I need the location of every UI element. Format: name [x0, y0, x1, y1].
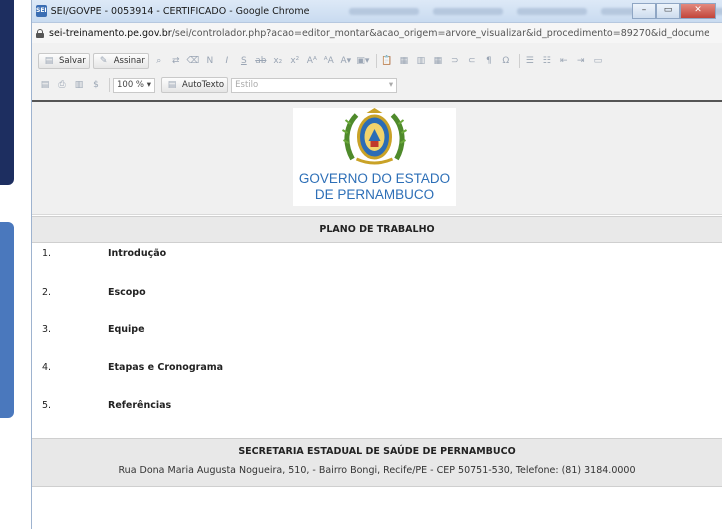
bold-icon[interactable]: N [203, 54, 217, 68]
special-char-icon[interactable]: Ω [499, 54, 513, 68]
paste-word-icon[interactable]: ▥ [414, 54, 428, 68]
eraser-icon[interactable]: ⌫ [186, 54, 200, 68]
pen-icon: ✎ [99, 56, 108, 66]
indent-icon[interactable]: ⇥ [574, 54, 588, 68]
spellcheck-icon[interactable]: ▤ [38, 78, 52, 92]
strikethrough-icon[interactable]: ab [254, 54, 268, 68]
footer-address: Rua Dona Maria Augusta Nogueira, 510, - … [118, 465, 636, 476]
font-size-down-icon[interactable]: ᴬA [322, 54, 336, 68]
section-title: PLANO DE TRABALHO [32, 216, 722, 243]
save-button[interactable]: ▤ Salvar [38, 53, 90, 69]
chevron-down-icon: ▾ [146, 80, 151, 90]
coat-of-arms-icon [341, 108, 408, 165]
footer-organization: SECRETARIA ESTADUAL DE SAÚDE DE PERNAMBU… [238, 446, 516, 457]
background-panel-blue [0, 222, 14, 418]
outdent-icon[interactable]: ⇤ [557, 54, 571, 68]
lock-icon [36, 28, 44, 38]
underline-icon[interactable]: S [237, 54, 251, 68]
close-button[interactable]: ✕ [680, 3, 716, 19]
government-logo: GOVERNO DO ESTADO DE PERNAMBUCO [293, 108, 456, 206]
paste-text-icon[interactable]: ▦ [397, 54, 411, 68]
window-controls: – ▭ ✕ [632, 3, 716, 19]
table-icon[interactable]: ▦ [431, 54, 445, 68]
autotext-button[interactable]: ▤ AutoTexto [161, 77, 229, 93]
url-text[interactable]: sei-treinamento.pe.gov.br/sei/controlado… [49, 28, 709, 39]
toolbar-divider [518, 54, 520, 68]
print-icon[interactable]: ⎙ [55, 78, 69, 92]
superscript-icon[interactable]: x² [288, 54, 302, 68]
italic-icon[interactable]: I [220, 54, 234, 68]
title-bar[interactable]: SEI SEI/GOVPE - 0053914 - CERTIFICADO - … [32, 0, 722, 23]
currency-icon[interactable]: $ [89, 78, 103, 92]
toolbar-divider [375, 54, 377, 68]
sei-app-icon: SEI [36, 5, 47, 17]
bullet-list-icon[interactable]: ☰ [523, 54, 537, 68]
paragraph-icon[interactable]: ¶ [482, 54, 496, 68]
list-item: 3. Equipe [42, 324, 145, 335]
chevron-down-icon: ▾ [388, 80, 394, 90]
list-item: 2. Escopo [42, 287, 146, 298]
list-item: 1. Introdução [42, 248, 167, 259]
unlink-icon[interactable]: ⊂ [465, 54, 479, 68]
list-item: 4. Etapas e Cronograma [42, 362, 224, 373]
subscript-icon[interactable]: x₂ [271, 54, 285, 68]
replace-icon[interactable]: ⇄ [169, 54, 183, 68]
document-header: GOVERNO DO ESTADO DE PERNAMBUCO [32, 102, 722, 215]
toolbar-row-1: ▤ Salvar ✎ Assinar ⌕ ⇄ ⌫ N I S ab x₂ x² Aᴬ… [38, 51, 608, 71]
browser-window: SEI SEI/GOVPE - 0053914 - CERTIFICADO - … [31, 0, 722, 529]
logo-text: GOVERNO DO ESTADO DE PERNAMBUCO [298, 171, 451, 202]
address-bar[interactable]: sei-treinamento.pe.gov.br/sei/controlado… [32, 23, 722, 44]
text-color-icon[interactable]: A▾ [339, 54, 353, 68]
window-title: SEI/GOVPE - 0053914 - CERTIFICADO - Goog… [50, 5, 310, 17]
editor-toolbar: ▤ Salvar ✎ Assinar ⌕ ⇄ ⌫ N I S ab x₂ x² Aᴬ… [32, 43, 722, 102]
toolbar-row-2: ▤ ⎙ ▥ $ 100 % ▾ ▤ AutoTexto Estilo ▾ [38, 75, 398, 95]
font-size-up-icon[interactable]: Aᴬ [305, 54, 319, 68]
save-icon: ▤ [44, 56, 54, 66]
toolbar-divider [109, 78, 110, 92]
document-icon[interactable]: ▥ [72, 78, 86, 92]
style-select[interactable]: Estilo ▾ [231, 77, 398, 93]
image-icon[interactable]: ▭ [591, 54, 605, 68]
link-icon[interactable]: ⊃ [448, 54, 462, 68]
sign-button[interactable]: ✎ Assinar [92, 53, 149, 69]
autotext-icon: ▤ [167, 80, 177, 90]
background-color-icon[interactable]: ▣▾ [356, 54, 370, 68]
find-icon[interactable]: ⌕ [152, 54, 166, 68]
document-editor[interactable]: GOVERNO DO ESTADO DE PERNAMBUCO PLANO DE… [32, 102, 722, 529]
background-panel-dark [0, 0, 14, 185]
list-item: 5. Referências [42, 400, 172, 411]
maximize-button[interactable]: ▭ [656, 3, 680, 19]
document-footer: SECRETARIA ESTADUAL DE SAÚDE DE PERNAMBU… [32, 438, 722, 487]
numbered-list-icon[interactable]: ☷ [540, 54, 554, 68]
zoom-select[interactable]: 100 % ▾ [113, 77, 155, 93]
minimize-button[interactable]: – [632, 3, 656, 19]
paste-icon[interactable]: 📋 [380, 54, 394, 68]
